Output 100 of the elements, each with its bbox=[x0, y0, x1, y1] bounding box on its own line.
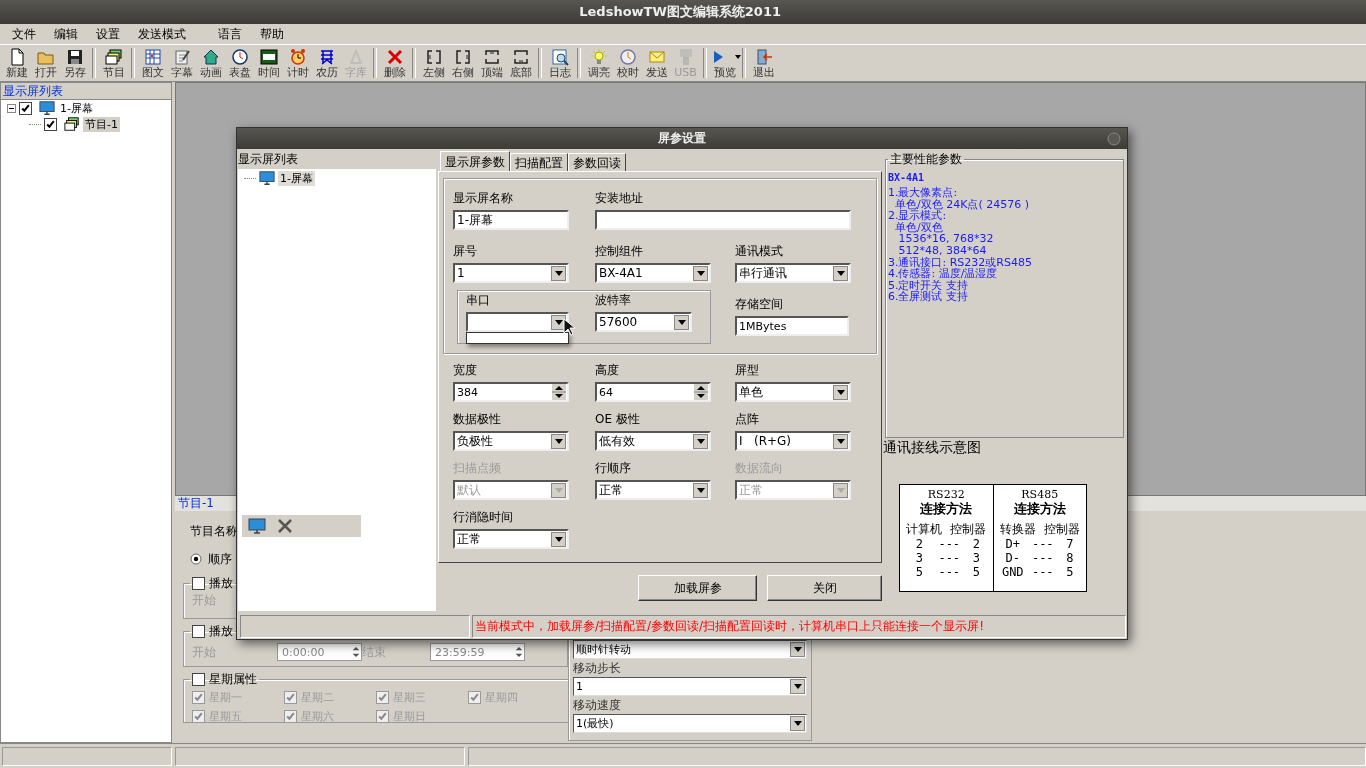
dropdown[interactable] bbox=[466, 312, 569, 332]
checkbox-label: 星期属性 bbox=[209, 671, 257, 688]
toolbar-button[interactable]: 农历 bbox=[312, 46, 341, 80]
text-field[interactable]: 1MBytes bbox=[735, 316, 849, 336]
frame-bottom-icon bbox=[511, 47, 530, 66]
toolbar-button[interactable]: 删除 bbox=[380, 46, 409, 80]
table-cell-text: 5 bbox=[914, 565, 924, 579]
column-heading: 控制器 bbox=[1043, 522, 1080, 537]
magnifier-document-icon bbox=[550, 47, 569, 66]
field-label: OE 极性 bbox=[595, 411, 641, 427]
radio-button[interactable] bbox=[190, 553, 202, 565]
toolbar-button[interactable]: 左侧 bbox=[419, 46, 448, 80]
tree-item[interactable]: 节目-1 bbox=[83, 116, 120, 132]
toolbar-button[interactable]: 发送 bbox=[642, 46, 671, 80]
time-field[interactable]: 23:59:59 bbox=[430, 643, 525, 661]
menu-item[interactable]: 帮助 bbox=[251, 25, 293, 43]
group-title: 主要性能参数 bbox=[889, 151, 963, 168]
stacked-windows-icon bbox=[104, 47, 123, 66]
spec-line: 单色/双色 24K点( 24576 ) bbox=[894, 198, 1030, 211]
monitor-icon bbox=[39, 100, 55, 116]
field-label: 高度 bbox=[595, 362, 620, 378]
collapse-icon[interactable] bbox=[7, 103, 16, 113]
dropdown[interactable]: I (R+G) bbox=[735, 431, 851, 451]
tree-item[interactable]: 1-屏幕 bbox=[58, 100, 95, 116]
tree-item[interactable]: 1-屏幕 bbox=[278, 170, 315, 186]
toolbar-button[interactable]: 动画 bbox=[196, 46, 225, 80]
menu-item[interactable]: 发送模式 bbox=[129, 25, 195, 43]
door-arrow-icon bbox=[754, 47, 773, 66]
menu-item[interactable]: 语言 bbox=[209, 25, 251, 43]
dialog-button[interactable]: 关闭 bbox=[767, 575, 882, 601]
cross-icon bbox=[385, 47, 404, 66]
caret-icon bbox=[696, 438, 705, 444]
window-title: LedshowTW图文编辑系统2011 bbox=[0, 0, 1366, 24]
tab[interactable]: 参数回读 bbox=[568, 153, 626, 171]
tab[interactable]: 显示屏参数 bbox=[440, 151, 510, 171]
menu-item[interactable]: 编辑 bbox=[45, 25, 87, 43]
monitor-icon[interactable] bbox=[248, 517, 266, 535]
field-label: 安装地址 bbox=[595, 190, 644, 206]
dropdown[interactable]: 负极性 bbox=[453, 431, 569, 451]
table-cell-text: --- bbox=[937, 565, 962, 579]
toolbar-button[interactable]: 右侧 bbox=[448, 46, 477, 80]
dropdown[interactable]: 顺时针转动 bbox=[573, 640, 807, 659]
dropdown[interactable]: 单色 bbox=[735, 382, 851, 402]
text-field[interactable]: 1-屏幕 bbox=[453, 210, 569, 230]
close-button[interactable] bbox=[1107, 132, 1121, 146]
toolbar-button[interactable]: 时间 bbox=[254, 46, 283, 80]
table-cell-text: 5 bbox=[971, 565, 981, 579]
clock-icon bbox=[230, 47, 249, 66]
toolbar-button[interactable]: 退出 bbox=[749, 46, 778, 80]
dropdown[interactable]: 1 bbox=[453, 263, 569, 283]
toolbar-button[interactable]: 预览 bbox=[710, 46, 739, 80]
table-cell-text: --- bbox=[1030, 565, 1055, 579]
dropdown[interactable]: 串行通讯 bbox=[735, 263, 851, 283]
dropdown[interactable]: 正常 bbox=[595, 480, 711, 500]
dropdown[interactable]: 1(最快) bbox=[573, 714, 807, 733]
checkbox[interactable] bbox=[192, 577, 205, 590]
toolbar-button[interactable]: 日志 bbox=[545, 46, 574, 80]
toolbar-button[interactable]: 节目 bbox=[99, 46, 128, 80]
spec-line: 1536*16, 768*32 bbox=[898, 233, 995, 245]
toolbar-button[interactable]: 底部 bbox=[506, 46, 535, 80]
field-label: 开始 bbox=[192, 643, 217, 661]
dropdown[interactable]: 低有效 bbox=[595, 431, 711, 451]
sidebar-title: 显示屏列表 bbox=[1, 83, 171, 100]
menu-item[interactable]: 文件 bbox=[3, 25, 45, 43]
toolbar-button[interactable]: 打开 bbox=[31, 46, 60, 80]
toolbar-button[interactable]: 另存 bbox=[60, 46, 89, 80]
caret-icon bbox=[734, 54, 741, 59]
dropdown-list[interactable] bbox=[466, 332, 569, 344]
dropdown[interactable]: 57600 bbox=[595, 312, 692, 332]
table-cell-text: 5 bbox=[1065, 565, 1075, 579]
spec-line: 单色/双色 bbox=[894, 221, 944, 234]
toolbar-button[interactable]: 调亮 bbox=[584, 46, 613, 80]
tab[interactable]: 扫描配置 bbox=[510, 153, 568, 171]
spin-field[interactable]: 384 bbox=[453, 382, 569, 402]
cross-icon[interactable] bbox=[276, 517, 294, 535]
toolbar-button[interactable]: 新建 bbox=[2, 46, 31, 80]
dropdown[interactable]: 正常 bbox=[453, 529, 569, 549]
toolbar-button[interactable]: 表盘 bbox=[225, 46, 254, 80]
toolbar-button[interactable]: 计时 bbox=[283, 46, 312, 80]
checkbox[interactable] bbox=[44, 117, 57, 131]
toolbar-button[interactable]: 字幕 bbox=[167, 46, 196, 80]
toolbar-button[interactable]: 校时 bbox=[613, 46, 642, 80]
digital-clock-icon bbox=[259, 47, 278, 66]
spec-line: 1.最大像素点: bbox=[888, 187, 959, 199]
dropdown[interactable]: 1 bbox=[573, 677, 807, 696]
field-label: 数据极性 bbox=[453, 411, 502, 427]
light-bulb-icon bbox=[589, 47, 608, 66]
caret-icon bbox=[836, 270, 845, 276]
table-cell-text: D- bbox=[1004, 551, 1021, 565]
spin-field[interactable]: 64 bbox=[595, 382, 711, 402]
dialog-button[interactable]: 加载屏参 bbox=[638, 575, 757, 601]
checkbox[interactable] bbox=[192, 625, 205, 638]
dropdown[interactable]: BX-4A1 bbox=[595, 263, 711, 283]
text-field[interactable] bbox=[595, 210, 851, 230]
table-cell-text: 7 bbox=[1065, 537, 1075, 551]
toolbar-button[interactable]: 顶端 bbox=[477, 46, 506, 80]
toolbar-button[interactable]: 图文 bbox=[138, 46, 167, 80]
checkbox[interactable] bbox=[19, 101, 32, 115]
menu-item[interactable]: 设置 bbox=[87, 25, 129, 43]
time-field[interactable]: 0:00:00 bbox=[277, 643, 362, 661]
